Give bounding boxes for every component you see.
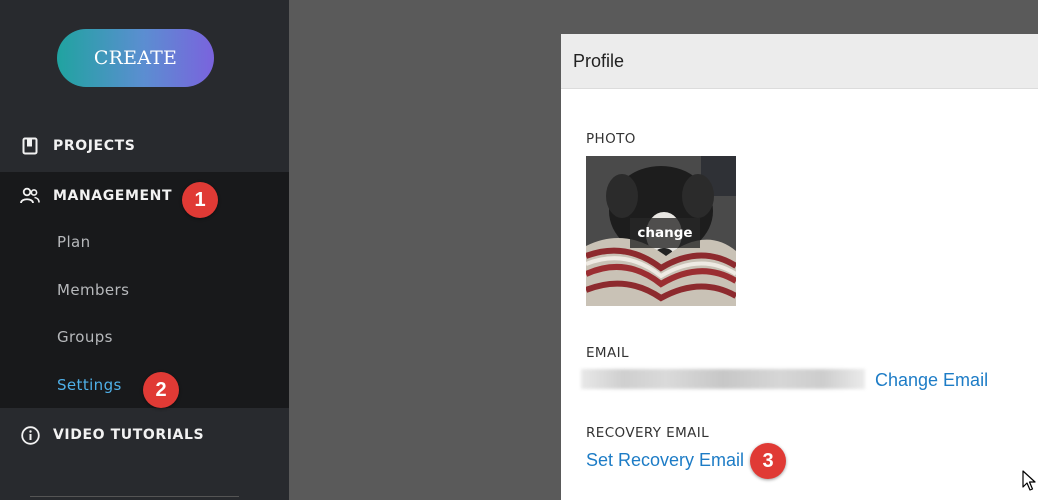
step-badge-3: 3: [750, 443, 786, 479]
sidebar: CREATE PROJECTS MANAGEMENT Plan Members …: [0, 0, 289, 500]
set-recovery-email-link[interactable]: Set Recovery Email: [586, 450, 744, 471]
step-badge-1: 1: [182, 182, 218, 218]
profile-header: Profile: [561, 34, 1038, 89]
nav-projects-label: PROJECTS: [53, 138, 136, 154]
create-button[interactable]: CREATE: [57, 29, 214, 87]
nav-projects[interactable]: PROJECTS: [0, 128, 289, 164]
email-label: EMAIL: [586, 345, 629, 361]
sub-item-settings[interactable]: Settings: [57, 376, 122, 394]
page-title: Profile: [573, 51, 625, 71]
photo-label: PHOTO: [586, 131, 636, 147]
email-value-redacted: [581, 369, 865, 389]
step-badge-2: 2: [143, 372, 179, 408]
sidebar-divider: [30, 496, 239, 497]
sub-item-groups[interactable]: Groups: [57, 328, 113, 346]
change-email-link[interactable]: Change Email: [875, 370, 988, 391]
profile-panel: Profile PHOTO change EMAIL Change Email …: [561, 34, 1038, 500]
profile-photo[interactable]: change: [586, 156, 736, 306]
photo-change-button[interactable]: change: [630, 218, 700, 248]
cursor-icon: [1022, 470, 1036, 497]
nav-management[interactable]: MANAGEMENT: [0, 178, 289, 214]
recovery-email-label: RECOVERY EMAIL: [586, 425, 710, 441]
sub-item-members[interactable]: Members: [57, 281, 129, 299]
nav-video-label: VIDEO TUTORIALS: [53, 427, 205, 443]
info-icon: [20, 425, 40, 445]
management-icon: [20, 186, 40, 206]
projects-icon: [20, 136, 40, 156]
nav-video-tutorials[interactable]: VIDEO TUTORIALS: [0, 417, 289, 453]
nav-management-label: MANAGEMENT: [53, 188, 173, 204]
sub-item-plan[interactable]: Plan: [57, 233, 91, 251]
